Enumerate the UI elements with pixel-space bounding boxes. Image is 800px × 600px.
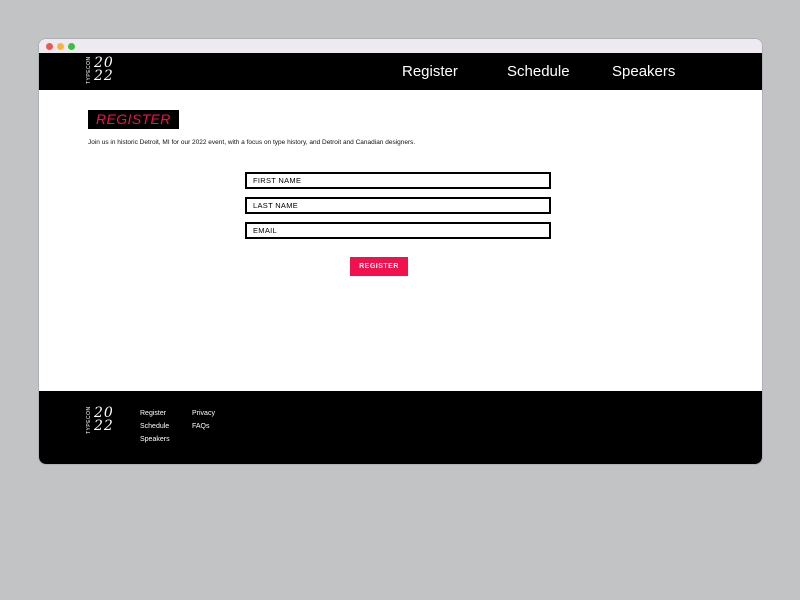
footer-link-speakers[interactable]: Speakers [140,433,170,446]
nav-speakers[interactable]: Speakers [612,63,675,80]
site-footer: TYPECON 20 22 Register Schedule Speakers… [39,391,762,464]
nav-register[interactable]: Register [402,63,458,80]
minimize-window-dot[interactable] [57,42,64,50]
nav-schedule[interactable]: Schedule [507,63,570,80]
footer-link-schedule[interactable]: Schedule [140,420,170,433]
page-title-box: REGISTER [88,110,179,129]
footer-logo-year-bottom: 22 [94,418,114,434]
footer-link-faqs[interactable]: FAQs [192,420,215,433]
last-name-input[interactable] [245,197,551,214]
maximize-window-dot[interactable] [68,42,75,50]
register-submit-button[interactable]: REGISTER [350,257,408,276]
window-chrome [39,39,762,53]
browser-window: TYPECON 20 22 Register Schedule Speakers… [39,39,762,464]
close-window-dot[interactable] [46,42,53,50]
page-title: REGISTER [96,111,171,127]
footer-logo[interactable]: TYPECON 20 22 [86,406,114,434]
site-header: TYPECON 20 22 Register Schedule Speakers [39,53,762,90]
email-input[interactable] [245,222,551,239]
footer-link-privacy[interactable]: Privacy [192,407,215,420]
first-name-input[interactable] [245,172,551,189]
footer-logo-side-text: TYPECON [86,406,92,434]
footer-link-register[interactable]: Register [140,407,170,420]
footer-links-secondary: Privacy FAQs [192,407,215,433]
intro-text: Join us in historic Detroit, MI for our … [88,139,416,146]
main-content: REGISTER Join us in historic Detroit, MI… [39,90,762,391]
logo-year-bottom: 22 [94,68,114,84]
logo-side-text: TYPECON [86,56,92,84]
header-logo[interactable]: TYPECON 20 22 [86,56,114,84]
footer-links-primary: Register Schedule Speakers [140,407,170,446]
